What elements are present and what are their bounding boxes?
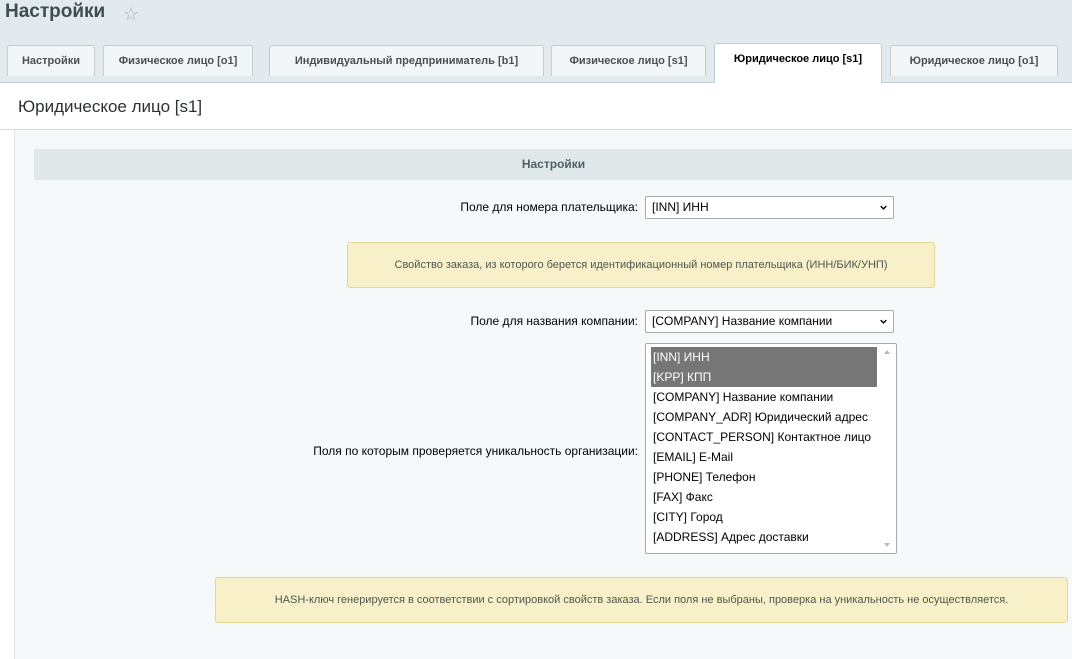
list-option[interactable]: [KPP] КПП xyxy=(651,367,877,387)
unique-fields-hint: HASH-ключ генерируется в соответствии с … xyxy=(215,577,1068,623)
list-option[interactable]: [COMPANY] Название компании xyxy=(651,387,877,407)
settings-panel: Юридическое лицо [s1] Настройки Поле для… xyxy=(0,83,1072,659)
company-field-select[interactable]: [COMPANY] Название компании xyxy=(645,310,894,333)
panel-title: Юридическое лицо [s1] xyxy=(18,97,203,116)
list-option[interactable]: [CITY] Город xyxy=(651,507,877,527)
list-option[interactable]: [ADDRESS] Адрес доставки xyxy=(651,527,877,547)
listbox-scrollbar[interactable] xyxy=(879,344,896,553)
payer-field-value: [INN] ИНН xyxy=(652,200,709,214)
company-field-value: [COMPANY] Название компании xyxy=(652,314,833,328)
scroll-down-icon[interactable] xyxy=(884,543,890,547)
chevron-down-icon xyxy=(880,319,887,324)
payer-field-hint: Свойство заказа, из которого берется иде… xyxy=(347,242,935,288)
payer-field-select[interactable]: [INN] ИНН xyxy=(645,196,894,219)
list-option[interactable]: [CONTACT_PERSON] Контактное лицо xyxy=(651,427,877,447)
unique-fields-label: Поля по которым проверяется уникальность… xyxy=(313,444,638,458)
company-field-label: Поле для названия компании: xyxy=(470,314,638,328)
unique-fields-listbox[interactable]: [INN] ИНН [KPP] КПП [COMPANY] Название к… xyxy=(645,343,897,554)
tab-legal-entity-s1[interactable]: Юридическое лицо [s1] xyxy=(714,43,882,83)
tab-individual-o1[interactable]: Физическое лицо [o1] xyxy=(103,45,253,76)
tab-individual-s1[interactable]: Физическое лицо [s1] xyxy=(551,45,706,76)
scroll-up-icon[interactable] xyxy=(884,350,890,354)
settings-form: Настройки Поле для номера плательщика: [… xyxy=(14,130,1072,659)
tab-settings[interactable]: Настройки xyxy=(7,45,95,76)
star-icon[interactable]: ☆ xyxy=(123,4,143,24)
section-header: Настройки xyxy=(34,149,1072,180)
page-title: Настройки xyxy=(5,1,106,22)
list-option[interactable]: [FAX] Факс xyxy=(651,487,877,507)
list-option[interactable]: [EMAIL] E-Mail xyxy=(651,447,877,467)
tab-entrepreneur-b1[interactable]: Индивидуальный предприниматель [b1] xyxy=(269,45,544,76)
list-option[interactable]: [PHONE] Телефон xyxy=(651,467,877,487)
chevron-down-icon xyxy=(880,205,887,210)
tab-bar: Настройки Физическое лицо [o1] Индивидуа… xyxy=(7,43,1072,83)
tab-legal-entity-o1[interactable]: Юридическое лицо [o1] xyxy=(890,45,1058,76)
list-option[interactable]: [COMPANY_ADR] Юридический адрес xyxy=(651,407,877,427)
payer-field-label: Поле для номера плательщика: xyxy=(460,200,638,214)
list-option[interactable]: [INN] ИНН xyxy=(651,347,877,367)
